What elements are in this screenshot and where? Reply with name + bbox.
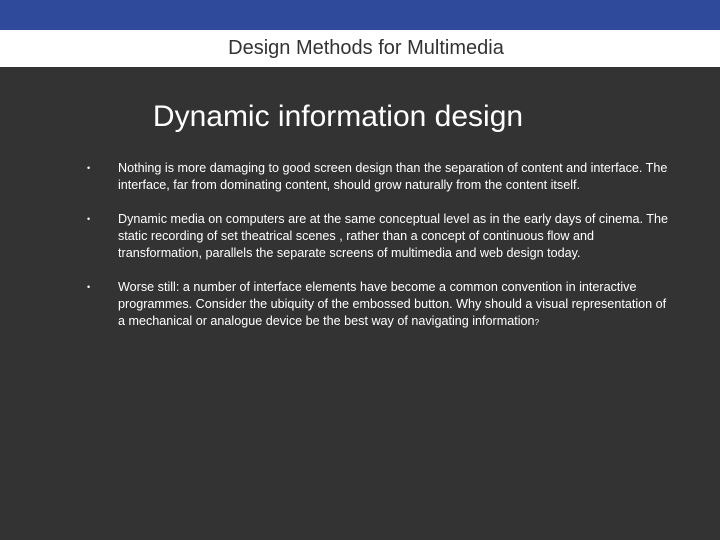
bullet-marker: • bbox=[87, 163, 91, 173]
bullet-text: Nothing is more damaging to good screen … bbox=[118, 161, 668, 192]
header-title: Design Methods for Multimedia bbox=[228, 37, 504, 59]
bullet-item: • Nothing is more damaging to good scree… bbox=[86, 160, 676, 194]
bullet-item: • Dynamic media on computers are at the … bbox=[86, 211, 676, 262]
header-bar: Design Methods for Multimedia bbox=[0, 30, 720, 67]
slide: Design Methods for Multimedia Dynamic in… bbox=[0, 0, 720, 540]
bullet-marker: • bbox=[87, 282, 91, 292]
bullet-list: • Nothing is more damaging to good scree… bbox=[86, 160, 676, 348]
bullet-text: Worse still: a number of interface eleme… bbox=[118, 280, 667, 328]
bullet-text: Dynamic media on computers are at the sa… bbox=[118, 212, 668, 260]
bullet-trailing-mark: ? bbox=[534, 318, 540, 327]
top-band bbox=[0, 0, 720, 30]
bullet-item: • Worse still: a number of interface ele… bbox=[86, 279, 676, 331]
bullet-marker: • bbox=[87, 214, 91, 224]
slide-title: Dynamic information design bbox=[152, 100, 524, 133]
